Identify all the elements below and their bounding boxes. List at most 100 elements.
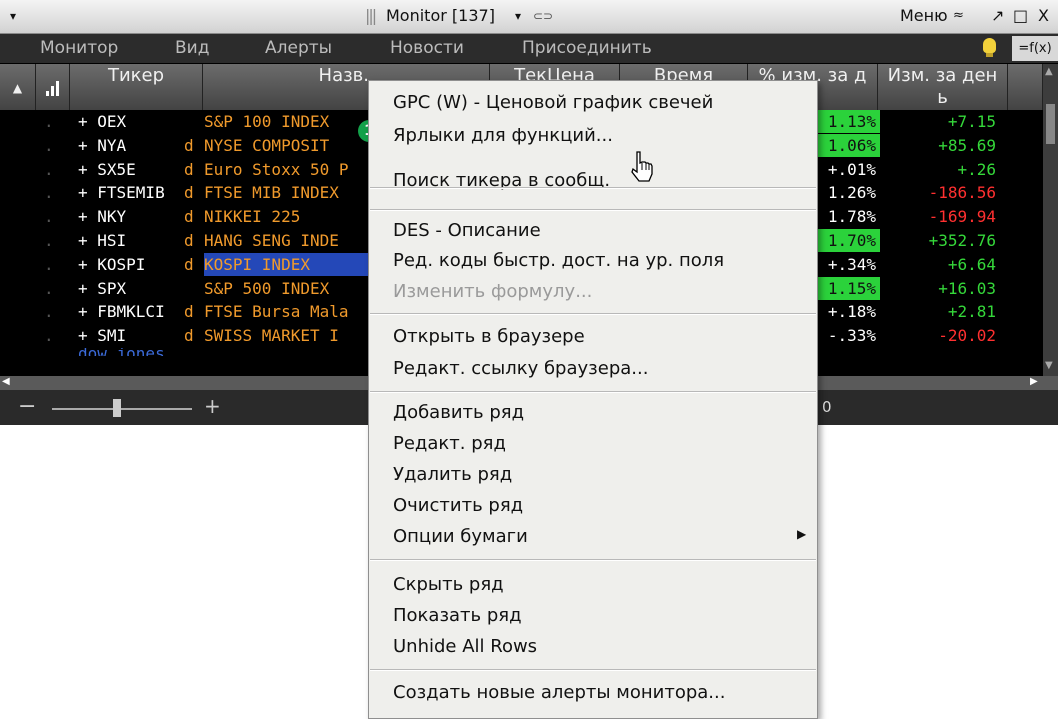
menu-separator [370, 669, 816, 671]
chevron-up-icon[interactable]: ≈ [953, 8, 964, 23]
ticker-cell: + OEX [78, 112, 127, 131]
context-menu-item[interactable]: Добавить ряд [393, 401, 524, 425]
window-title: Monitor [137] [386, 6, 495, 25]
source-cell: d [184, 135, 194, 155]
context-menu-item: Изменить формулу... [393, 281, 593, 302]
context-menu-item[interactable]: Ред. коды быстр. дост. на ур. поля [393, 249, 724, 273]
menu-separator [370, 391, 816, 393]
ticker-cell: + KOSPI [78, 254, 146, 274]
day-change-cell: -169.94 [928, 207, 996, 227]
signal-bars-icon [46, 81, 59, 96]
ticker-cell: + FTSEMIB [78, 183, 165, 203]
menu-button[interactable]: Меню [900, 6, 948, 25]
day-change-cell: -186.56 [928, 183, 996, 203]
ticker-cell: + NYA [78, 135, 127, 155]
menu-separator [370, 559, 816, 561]
sort-up-icon[interactable]: ▲ [0, 64, 35, 98]
scroll-thumb[interactable] [1046, 104, 1055, 144]
zoom-slider-track[interactable] [52, 408, 192, 410]
pct-change-cell: 1.06% [808, 133, 880, 157]
day-change-cell: +85.69 [938, 135, 996, 155]
link-icon[interactable]: ⊂⊃ [533, 9, 553, 23]
pct-change-cell: 1.13% [808, 110, 880, 133]
menu-connect[interactable]: Присоединить [522, 38, 652, 58]
menu-news[interactable]: Новости [390, 38, 464, 58]
source-cell [184, 277, 204, 300]
restore-icon[interactable]: □ [1013, 6, 1028, 25]
formula-button[interactable]: =f(x) [1012, 36, 1058, 61]
source-cell: d [184, 302, 194, 322]
zoom-out-button[interactable]: − [18, 394, 36, 419]
context-menu-item[interactable]: Опции бумаги [393, 525, 528, 549]
source-cell: d [184, 159, 194, 179]
lightbulb-icon[interactable] [983, 38, 996, 57]
title-dropdown-icon[interactable]: ▾ [515, 9, 521, 23]
context-menu-item[interactable]: Создать новые алерты монитора... [393, 681, 725, 705]
grip-icon[interactable]: ||| [365, 6, 377, 25]
context-menu-item[interactable]: Удалить ряд [393, 463, 512, 487]
pct-change-cell: 1.78% [827, 207, 876, 227]
day-change-cell: +16.03 [938, 278, 996, 298]
pct-change-cell: 1.70% [808, 229, 880, 252]
pct-change-cell: 1.15% [808, 276, 880, 300]
pct-change-cell: +.18% [827, 302, 876, 322]
context-menu-item[interactable]: Редакт. ссылку браузера... [393, 357, 648, 381]
header-ticker-label: Тикер [107, 65, 165, 86]
day-change-cell: +6.64 [947, 254, 996, 274]
source-cell [184, 110, 204, 133]
ticker-cell: + NKY [78, 207, 127, 227]
scroll-left-icon[interactable]: ◀ [2, 376, 10, 387]
source-cell: d [184, 207, 194, 227]
collapse-icon[interactable]: ▾ [10, 9, 16, 23]
context-menu-item[interactable]: Очистить ряд [393, 494, 523, 518]
menu-alerts[interactable]: Алерты [265, 38, 332, 58]
context-menu-item[interactable]: Скрыть ряд [393, 573, 504, 597]
ticker-cell: + FBMKLCI [78, 302, 165, 322]
header-chg-label-2: ь [937, 87, 948, 108]
vertical-scrollbar[interactable]: ▲ ▼ [1043, 64, 1058, 376]
pct-change-cell: +.34% [827, 254, 876, 274]
day-change-cell: +2.81 [947, 302, 996, 322]
scroll-down-icon[interactable]: ▼ [1045, 360, 1053, 371]
context-menu-item[interactable]: Показать ряд [393, 604, 522, 628]
menu-bar: Монитор Вид Алерты Новости Присоединить … [0, 34, 1058, 63]
pct-change-cell: -.33% [827, 326, 876, 346]
context-menu-item[interactable]: Редакт. ряд [393, 432, 506, 456]
context-menu-item[interactable]: Открыть в браузере [393, 325, 585, 349]
context-menu-item[interactable]: Поиск тикера в сообщ. [393, 169, 610, 193]
column-header-ticker[interactable]: Тикер [70, 64, 203, 110]
close-icon[interactable]: X [1038, 6, 1049, 25]
day-change-cell: -20.02 [938, 326, 996, 346]
ticker-cell: + SMI [78, 326, 127, 346]
scroll-up-icon[interactable]: ▲ [1045, 66, 1053, 77]
menu-separator [370, 209, 816, 211]
day-change-cell: +352.76 [928, 231, 996, 250]
context-menu-item[interactable]: DES - Описание [393, 219, 541, 243]
context-menu-item[interactable]: Ярлыки для функций... [393, 124, 613, 148]
source-cell: d [184, 183, 194, 203]
column-header-extra[interactable] [1008, 64, 1043, 110]
zoom-in-button[interactable]: + [204, 394, 221, 418]
context-menu-item[interactable]: GPC (W) - Ценовой график свечей [393, 91, 713, 115]
source-cell: d [184, 231, 194, 250]
signal-header[interactable] [36, 64, 70, 110]
menu-separator [370, 313, 816, 315]
pin-icon[interactable]: ↗ [991, 6, 1004, 25]
context-menu: GPC (W) - Ценовой график свечей Ярлыки дл… [368, 80, 818, 719]
pct-change-cell: +.01% [827, 159, 876, 179]
context-menu-item[interactable]: Unhide All Rows [393, 635, 537, 659]
day-change-cell: +7.15 [947, 112, 996, 131]
zoom-slider-thumb[interactable] [113, 399, 121, 417]
header-chg-label: Изм. за ден [887, 65, 998, 86]
ticker-cell: + SX5E [78, 159, 136, 179]
sort-header[interactable]: ▲ [0, 64, 36, 110]
ticker-cell: + SPX [78, 278, 127, 298]
menu-view[interactable]: Вид [175, 38, 209, 58]
column-header-day-change[interactable]: Изм. за ден ь [878, 64, 1008, 110]
submenu-arrow-icon: ▶ [797, 527, 807, 541]
status-count: 0 [822, 398, 832, 416]
scroll-right-icon[interactable]: ▶ [1030, 376, 1038, 387]
pct-change-cell: 1.26% [827, 183, 876, 203]
menu-monitor[interactable]: Монитор [40, 38, 118, 58]
menu-separator [370, 187, 816, 189]
